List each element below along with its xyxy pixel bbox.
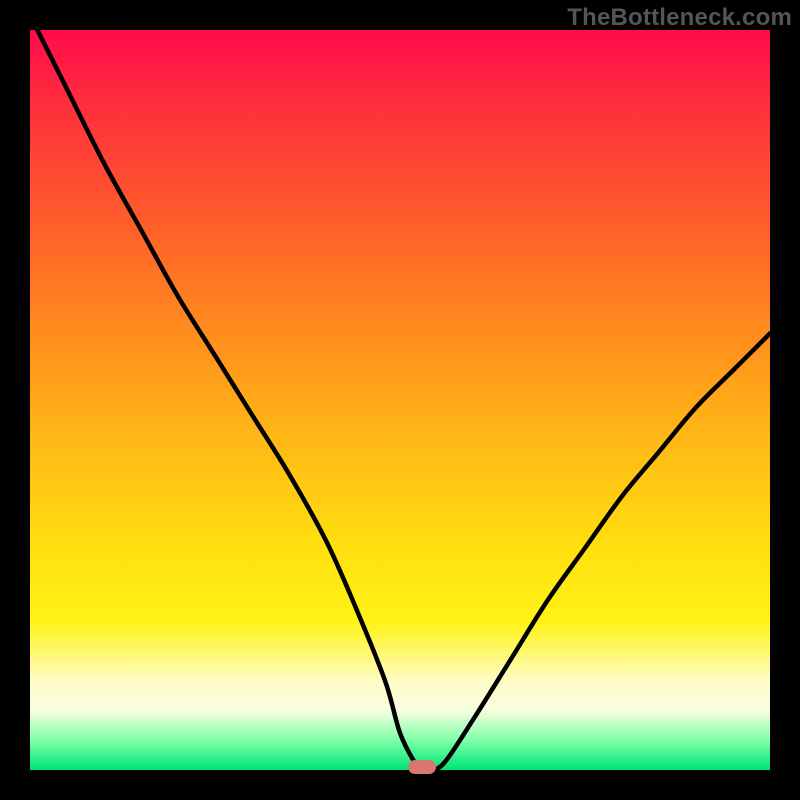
- chart-frame: TheBottleneck.com: [0, 0, 800, 800]
- attribution-text: TheBottleneck.com: [567, 4, 792, 32]
- optimum-marker: [408, 760, 436, 774]
- plot-area: [30, 30, 770, 770]
- bottleneck-curve: [30, 30, 770, 770]
